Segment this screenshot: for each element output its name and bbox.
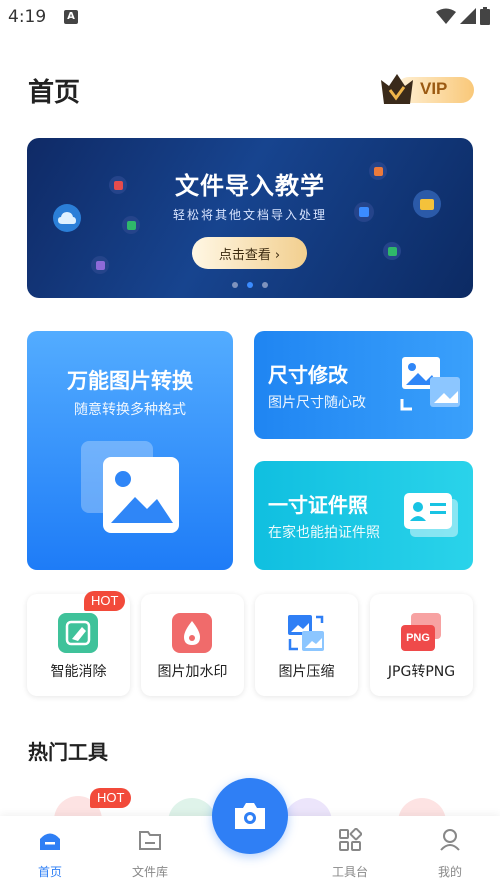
- banner-button-label: 点击查看: [218, 247, 271, 263]
- tab-file-library[interactable]: 文件库: [110, 816, 190, 888]
- tool-compress[interactable]: 图片压缩: [255, 594, 358, 696]
- card-subtitle: 图片尺寸随心改: [268, 395, 366, 411]
- banner-pagination: [27, 282, 473, 288]
- tab-label: 文件库: [131, 865, 168, 879]
- eraser-icon: [58, 613, 98, 653]
- crown-icon: [381, 74, 413, 104]
- status-time: 4:19: [8, 7, 47, 27]
- page-title: 首页: [28, 78, 81, 108]
- vip-label: VIP: [420, 79, 448, 98]
- tool-watermark[interactable]: 图片加水印: [141, 594, 244, 696]
- tool-label: 图片加水印: [157, 664, 228, 680]
- image-resize-icon: [400, 357, 460, 411]
- vip-button[interactable]: VIP: [378, 70, 474, 106]
- status-icons: [436, 7, 490, 25]
- card-title: 一寸证件照: [268, 493, 368, 517]
- card-title: 万能图片转换: [67, 369, 193, 393]
- png-icon-front: PNG: [401, 625, 435, 651]
- hot-badge: HOT: [84, 591, 126, 611]
- pagination-dot[interactable]: [232, 282, 238, 288]
- profile-icon: [440, 829, 460, 851]
- notification-icon: A: [64, 10, 78, 24]
- tool-label: 图片压缩: [278, 664, 335, 680]
- hot-badge: HOT: [90, 788, 132, 808]
- pagination-dot[interactable]: [262, 282, 268, 288]
- watermark-icon: [172, 613, 212, 653]
- section-title-hot-tools: 热门工具: [28, 740, 108, 764]
- tab-home[interactable]: 首页: [10, 816, 90, 888]
- signal-icon: [460, 8, 476, 24]
- battery-icon: [480, 7, 490, 25]
- png-icon-text: PNG: [406, 632, 430, 644]
- banner-view-button[interactable]: 点击查看 ›: [192, 237, 307, 269]
- chevron-right-icon: ›: [274, 247, 281, 263]
- camera-button[interactable]: [212, 778, 288, 854]
- id-photo-card[interactable]: 一寸证件照 在家也能拍证件照: [254, 461, 473, 570]
- tool-jpg-to-png[interactable]: PNG JPG转PNG: [370, 594, 473, 696]
- banner-subtitle: 轻松将其他文档导入处理: [172, 208, 327, 222]
- sheet-file-icon: [383, 242, 401, 260]
- tab-toolbench[interactable]: 工具台: [310, 816, 390, 888]
- image-resize-card[interactable]: 尺寸修改 图片尺寸随心改: [254, 331, 473, 439]
- tool-label: 智能消除: [50, 664, 107, 680]
- card-title: 尺寸修改: [268, 363, 348, 387]
- wifi-icon: [436, 8, 456, 24]
- banner[interactable]: 文件导入教学 轻松将其他文档导入处理 点击查看 ›: [27, 138, 473, 298]
- banner-title: 文件导入教学: [175, 172, 325, 200]
- tab-label: 工具台: [331, 865, 368, 879]
- status-bar: 4:19 A: [0, 0, 500, 34]
- image-convert-card[interactable]: 万能图片转换 随意转换多种格式: [27, 331, 233, 570]
- tab-label: 我的: [437, 865, 462, 879]
- tools-grid-icon: [339, 828, 362, 851]
- tab-label: 首页: [37, 865, 62, 879]
- folder-icon: [139, 831, 161, 850]
- id-card-icon: [404, 493, 458, 537]
- camera-icon: [235, 803, 265, 829]
- tab-profile[interactable]: 我的: [410, 816, 490, 888]
- compress-icon: [286, 613, 326, 653]
- card-subtitle: 随意转换多种格式: [74, 402, 186, 418]
- pagination-dot-active[interactable]: [247, 282, 253, 288]
- home-icon: [40, 833, 60, 850]
- image-convert-icon: [81, 441, 179, 533]
- card-subtitle: 在家也能拍证件照: [268, 525, 380, 541]
- image-file-icon: [91, 256, 109, 274]
- tool-label: JPG转PNG: [387, 664, 456, 680]
- png-icon: PNG: [401, 613, 441, 653]
